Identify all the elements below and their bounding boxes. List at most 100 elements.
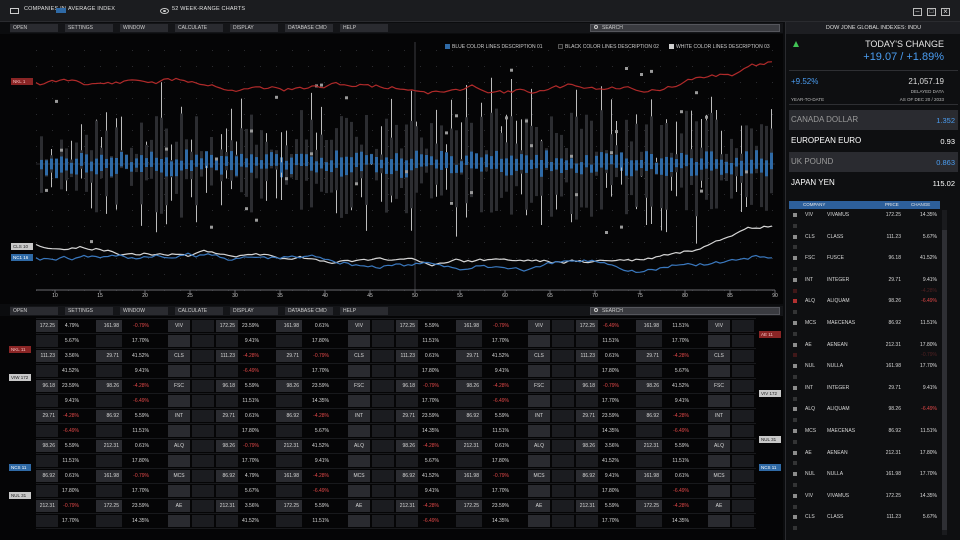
- grid-symbol-cell[interactable]: [528, 485, 550, 497]
- grid-cell[interactable]: [96, 395, 122, 407]
- row-checkbox[interactable]: [793, 310, 797, 315]
- grid-cell[interactable]: 161.98: [276, 320, 302, 332]
- company-row[interactable]: MCS MAECENAS 86.92 11.51%: [789, 426, 940, 436]
- grid-cell[interactable]: 5.67%: [420, 455, 442, 467]
- row-checkbox[interactable]: [793, 342, 797, 347]
- company-row[interactable]: ALQ ALIQUAM 98.26 -6.49%: [789, 296, 940, 306]
- grid-cell[interactable]: -4.28%: [420, 500, 442, 512]
- grid-cell[interactable]: [576, 365, 598, 377]
- grid-cell[interactable]: [96, 365, 122, 377]
- grid-cell[interactable]: [216, 455, 238, 467]
- grid-cell[interactable]: 41.52%: [240, 515, 262, 527]
- grid-symbol-cell[interactable]: VIV: [348, 320, 370, 332]
- grid-cell[interactable]: 14.35%: [600, 425, 622, 437]
- grid-cell[interactable]: [396, 425, 418, 437]
- menu-open[interactable]: OPEN: [10, 24, 58, 32]
- grid-cell[interactable]: 212.31: [456, 440, 482, 452]
- grid-cell[interactable]: 86.92: [456, 410, 482, 422]
- currency-row[interactable]: JAPAN YEN 115.02: [789, 173, 958, 193]
- grid-cell[interactable]: 5.67%: [304, 425, 332, 437]
- col-company[interactable]: COMPANY: [803, 201, 825, 209]
- grid-cell[interactable]: [636, 335, 662, 347]
- grid-cell[interactable]: [276, 515, 302, 527]
- grid-cell[interactable]: [456, 515, 482, 527]
- row-checkbox[interactable]: [793, 526, 797, 531]
- grid-cell[interactable]: 172.25: [96, 500, 122, 512]
- grid-cell[interactable]: 111.23: [396, 350, 418, 362]
- grid-cell[interactable]: 0.61%: [124, 440, 152, 452]
- row-checkbox[interactable]: [793, 321, 797, 325]
- grid-cell[interactable]: -6.49%: [600, 320, 622, 332]
- grid-cell[interactable]: 41.52%: [304, 440, 332, 452]
- grid-symbol-cell[interactable]: INT: [708, 410, 730, 422]
- grid-cell[interactable]: 41.52%: [60, 365, 82, 377]
- grid-cell[interactable]: 172.25: [216, 320, 238, 332]
- grid-symbol-cell[interactable]: [528, 455, 550, 467]
- grid-cell[interactable]: 17.80%: [420, 365, 442, 377]
- grid-symbol-cell[interactable]: AE: [528, 500, 550, 512]
- grid-cell[interactable]: 14.35%: [664, 515, 692, 527]
- grid-cell[interactable]: 0.61%: [304, 320, 332, 332]
- grid-cell[interactable]: -0.79%: [600, 380, 622, 392]
- grid-symbol-cell[interactable]: [168, 365, 190, 377]
- index-selector[interactable]: [56, 8, 66, 13]
- grid-cell[interactable]: -6.49%: [420, 515, 442, 527]
- grid-cell[interactable]: 4.79%: [240, 470, 262, 482]
- company-row[interactable]: [789, 523, 940, 533]
- company-row[interactable]: [789, 242, 940, 252]
- grid-cell[interactable]: 86.92: [36, 470, 58, 482]
- search-input[interactable]: SEARCH: [590, 24, 780, 32]
- grid-cell[interactable]: [216, 485, 238, 497]
- grid-symbol-cell[interactable]: [708, 425, 730, 437]
- grid-cell[interactable]: 17.70%: [664, 335, 692, 347]
- grid-cell[interactable]: 161.98: [276, 470, 302, 482]
- row-checkbox[interactable]: [793, 450, 797, 455]
- grid-cell[interactable]: 5.59%: [124, 410, 152, 422]
- row-checkbox[interactable]: [793, 472, 797, 477]
- row-checkbox[interactable]: [793, 364, 797, 369]
- grid-cell[interactable]: 5.67%: [60, 335, 82, 347]
- grid-cell[interactable]: [636, 485, 662, 497]
- company-row[interactable]: MCS MAECENAS 86.92 11.51%: [789, 318, 940, 328]
- maximize-icon[interactable]: [927, 8, 936, 16]
- row-checkbox[interactable]: [793, 504, 797, 509]
- grid-cell[interactable]: [276, 335, 302, 347]
- grid-cell[interactable]: [456, 395, 482, 407]
- grid-cell[interactable]: 0.61%: [240, 410, 262, 422]
- grid-cell[interactable]: 172.25: [276, 500, 302, 512]
- grid-cell[interactable]: 0.61%: [420, 350, 442, 362]
- grid-cell[interactable]: 29.71: [276, 350, 302, 362]
- grid-symbol-cell[interactable]: ALQ: [708, 440, 730, 452]
- grid-cell[interactable]: 41.52%: [664, 380, 692, 392]
- grid-cell[interactable]: 5.67%: [664, 365, 692, 377]
- grid-cell[interactable]: 17.70%: [304, 365, 332, 377]
- currency-row[interactable]: UK POUND 0.863: [789, 152, 958, 172]
- grid-cell[interactable]: [216, 335, 238, 347]
- company-row[interactable]: [789, 415, 940, 425]
- grid-cell[interactable]: 161.98: [456, 320, 482, 332]
- grid-cell[interactable]: [636, 425, 662, 437]
- grid-cell[interactable]: 111.23: [576, 350, 598, 362]
- grid-symbol-cell[interactable]: [348, 425, 370, 437]
- grid-symbol-cell[interactable]: FSC: [348, 380, 370, 392]
- grid-cell[interactable]: 11.51%: [240, 395, 262, 407]
- grid-cell[interactable]: 29.71: [396, 410, 418, 422]
- company-row[interactable]: INT INTEGER 29.71 9.41%: [789, 275, 940, 285]
- grid-cell[interactable]: 172.25: [576, 320, 598, 332]
- grid-cell[interactable]: [216, 515, 238, 527]
- grid-cell[interactable]: 98.26: [396, 440, 418, 452]
- grid-cell[interactable]: 11.51%: [124, 425, 152, 437]
- grid-cell[interactable]: 5.59%: [600, 500, 622, 512]
- grid-cell[interactable]: 41.52%: [420, 470, 442, 482]
- menu-window[interactable]: WINDOW: [120, 307, 168, 315]
- grid-cell[interactable]: [276, 395, 302, 407]
- grid-cell[interactable]: 23.59%: [124, 500, 152, 512]
- grid-symbol-cell[interactable]: [168, 425, 190, 437]
- company-row[interactable]: [789, 437, 940, 447]
- grid-symbol-cell[interactable]: [708, 485, 730, 497]
- grid-cell[interactable]: -0.79%: [484, 320, 512, 332]
- grid-cell[interactable]: 29.71: [96, 350, 122, 362]
- row-checkbox[interactable]: [793, 299, 797, 304]
- grid-symbol-cell[interactable]: MCS: [348, 470, 370, 482]
- grid-cell[interactable]: [396, 485, 418, 497]
